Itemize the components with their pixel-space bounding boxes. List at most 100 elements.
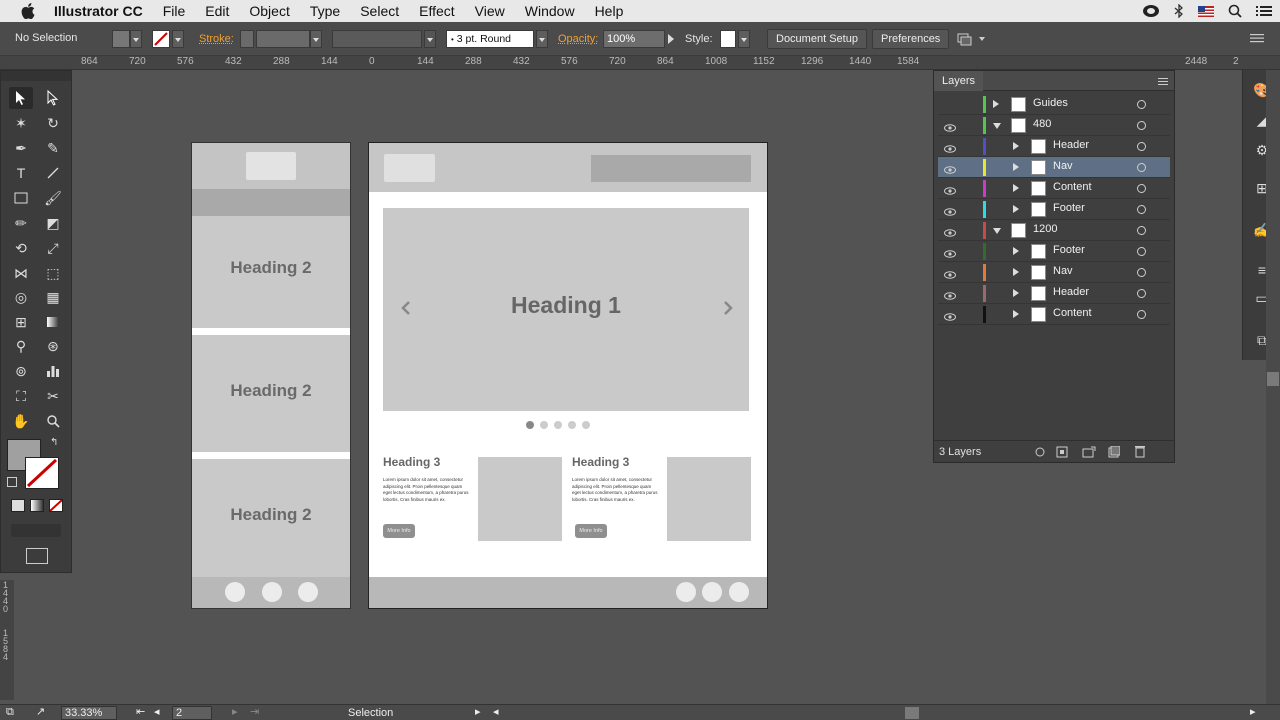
paintbrush-tool-icon[interactable]: 🖌 (41, 187, 65, 209)
expand-triangle-closed-icon[interactable] (993, 100, 999, 108)
layer-row[interactable]: Header (938, 283, 1170, 304)
menu-help[interactable]: Help (585, 0, 634, 22)
horizontal-ruler[interactable]: 864 720 576 432 288 144 0 144 288 432 57… (0, 56, 1280, 70)
layer-name[interactable]: Header (1053, 286, 1089, 298)
layer-row[interactable]: Content (938, 304, 1170, 325)
scroll-left-icon[interactable]: ◂ (493, 705, 499, 718)
symbol-sprayer-tool-icon[interactable]: ⊚ (9, 360, 33, 382)
eraser-tool-icon[interactable]: ◩ (41, 212, 65, 234)
menu-type[interactable]: Type (300, 0, 350, 22)
zoom-field[interactable]: 33.33% (61, 706, 117, 720)
layer-name[interactable]: Footer (1053, 202, 1085, 214)
curvature-tool-icon[interactable]: ✎ (41, 137, 65, 159)
menu-window[interactable]: Window (515, 0, 585, 22)
flag-icon[interactable] (1198, 5, 1214, 17)
layer-row[interactable]: Nav (938, 157, 1170, 178)
mesh-tool-icon[interactable]: ⊞ (9, 311, 33, 333)
expand-triangle-closed-icon[interactable] (1013, 247, 1019, 255)
shape-builder-tool-icon[interactable]: ◎ (9, 286, 33, 308)
width-tool-icon[interactable]: ⋈ (9, 262, 33, 284)
layer-row[interactable]: Header (938, 136, 1170, 157)
arrange-documents-icon[interactable] (957, 31, 985, 50)
rotate-tool-icon[interactable]: ⟲ (9, 237, 33, 259)
document-setup-button[interactable]: Document Setup (767, 29, 867, 49)
layer-name[interactable]: Nav (1053, 160, 1073, 172)
visibility-eye-icon[interactable] (944, 289, 956, 300)
layer-name[interactable]: 480 (1033, 118, 1051, 130)
stroke-dropdown[interactable] (172, 30, 184, 48)
visibility-eye-icon[interactable] (944, 310, 956, 321)
layer-row[interactable]: 480 (938, 115, 1170, 136)
expand-triangle-closed-icon[interactable] (1013, 289, 1019, 297)
target-circle-icon[interactable] (1137, 100, 1146, 109)
expand-triangle-closed-icon[interactable] (1013, 142, 1019, 150)
scroll-thumb[interactable] (1267, 372, 1279, 386)
visibility-toggle[interactable] (944, 100, 956, 108)
locate-object-icon[interactable] (1034, 446, 1046, 461)
expand-triangle-closed-icon[interactable] (1013, 184, 1019, 192)
default-colors-icon[interactable] (7, 477, 17, 487)
last-artboard-icon[interactable]: ⇥ (250, 705, 259, 718)
delete-layer-icon[interactable] (1134, 445, 1146, 461)
menu-edit[interactable]: Edit (195, 0, 239, 22)
panel-menu-icon[interactable] (1250, 32, 1264, 47)
spotlight-search-icon[interactable] (1228, 4, 1242, 18)
visibility-eye-icon[interactable] (944, 205, 956, 216)
opacity-slider-arrow-icon[interactable] (668, 34, 674, 44)
new-sublayer-icon[interactable] (1082, 446, 1096, 461)
menu-view[interactable]: View (465, 0, 515, 22)
lasso-tool-icon[interactable]: ↻ (41, 112, 65, 134)
status-menu-arrow-icon[interactable]: ▸ (475, 705, 481, 718)
layers-tab[interactable]: Layers (934, 70, 984, 91)
slice-tool-icon[interactable]: ✂ (41, 385, 65, 407)
preferences-button[interactable]: Preferences (872, 29, 950, 49)
visibility-eye-icon[interactable] (944, 121, 956, 132)
target-circle-icon[interactable] (1137, 289, 1146, 298)
expand-triangle-closed-icon[interactable] (1013, 163, 1019, 171)
stroke-color-swatch[interactable] (25, 457, 59, 489)
bluetooth-icon[interactable] (1174, 4, 1184, 18)
layer-name[interactable]: Nav (1053, 265, 1073, 277)
layer-row[interactable]: Footer (938, 241, 1170, 262)
hand-tool-icon[interactable]: ✋ (9, 410, 33, 432)
apple-icon[interactable] (18, 0, 38, 22)
target-circle-icon[interactable] (1137, 184, 1146, 193)
target-circle-icon[interactable] (1137, 268, 1146, 277)
layer-name[interactable]: Header (1053, 139, 1089, 151)
type-tool-icon[interactable]: T (9, 162, 33, 184)
drawing-modes-icon[interactable] (11, 524, 61, 537)
tools-panel-grip[interactable] (1, 71, 71, 81)
color-mode-icon[interactable] (11, 499, 25, 512)
horizontal-scroll-thumb[interactable] (905, 707, 919, 719)
stroke-weight-stepper[interactable] (240, 30, 254, 48)
target-circle-icon[interactable] (1137, 226, 1146, 235)
make-clipping-mask-icon[interactable] (1056, 446, 1068, 461)
layer-row[interactable]: Guides (938, 94, 1170, 115)
opacity-input[interactable]: 100% (603, 30, 665, 48)
layer-name[interactable]: Content (1053, 307, 1092, 319)
layer-name[interactable]: Footer (1053, 244, 1085, 256)
fill-dropdown[interactable] (130, 30, 142, 48)
stroke-weight-input[interactable] (256, 30, 310, 48)
target-circle-icon[interactable] (1137, 121, 1146, 130)
target-circle-icon[interactable] (1137, 247, 1146, 256)
previous-artboard-icon[interactable]: ◂ (154, 705, 160, 718)
menu-object[interactable]: Object (239, 0, 299, 22)
artboard-desktop-1200[interactable]: Heading 1 Heading 3 Lorem ipsum dolor si… (368, 142, 768, 609)
layer-row[interactable]: Footer (938, 199, 1170, 220)
notification-list-icon[interactable] (1256, 5, 1272, 17)
selection-tool-icon[interactable] (9, 87, 33, 109)
brush-definition[interactable]: • 3 pt. Round (446, 30, 534, 48)
expand-triangle-open-icon[interactable] (993, 228, 1001, 234)
visibility-eye-icon[interactable] (944, 142, 956, 153)
stroke-swatch[interactable] (152, 30, 170, 48)
layer-name[interactable]: Guides (1033, 97, 1068, 109)
none-mode-icon[interactable] (49, 499, 63, 512)
app-name-menu[interactable]: Illustrator CC (44, 0, 153, 22)
swap-colors-icon[interactable]: ↰ (50, 437, 58, 448)
brush-dropdown[interactable] (536, 30, 548, 48)
menu-file[interactable]: File (153, 0, 196, 22)
menu-effect[interactable]: Effect (409, 0, 465, 22)
eyedropper-tool-icon[interactable]: ⚲ (9, 335, 33, 357)
artboard-mobile-480[interactable]: Heading 2 Heading 2 Heading 2 (191, 142, 351, 609)
